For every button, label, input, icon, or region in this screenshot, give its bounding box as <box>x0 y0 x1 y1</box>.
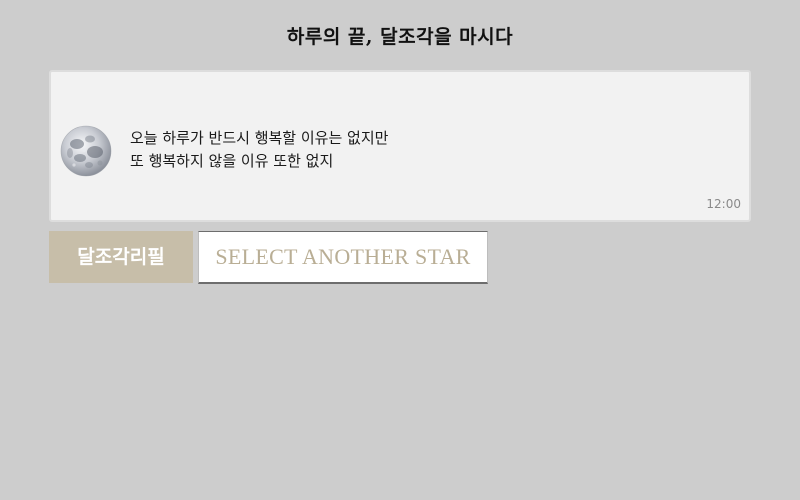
message-card: 오늘 하루가 반드시 행복할 이유는 없지만 또 행복하지 않을 이유 또한 없… <box>49 70 751 222</box>
select-another-star-button[interactable]: SELECT ANOTHER STAR <box>198 231 488 284</box>
message-line: 또 행복하지 않을 이유 또한 없지 <box>130 152 334 170</box>
message-line: 오늘 하루가 반드시 행복할 이유는 없지만 <box>130 129 389 147</box>
moon-icon <box>60 125 112 177</box>
message-text: 오늘 하루가 반드시 행복할 이유는 없지만 또 행복하지 않을 이유 또한 없… <box>130 127 690 173</box>
message-timestamp: 12:00 <box>706 197 741 211</box>
page-title: 하루의 끝, 달조각을 마시다 <box>286 26 514 48</box>
refill-label: 달조각리필 <box>49 231 193 283</box>
